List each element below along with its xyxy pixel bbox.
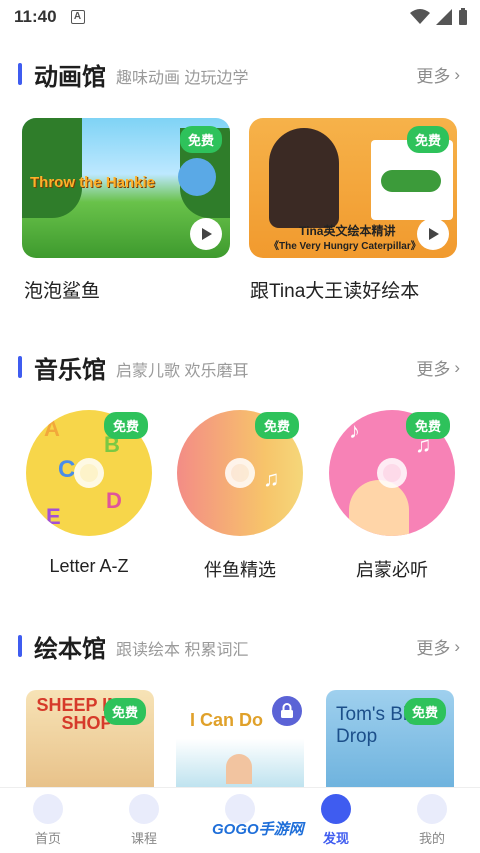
section-title: 动画馆 <box>34 63 106 91</box>
book-title-art: I Can Do <box>190 710 264 730</box>
free-tag: 免费 <box>255 412 300 439</box>
more-link[interactable]: 更多 › <box>416 355 460 380</box>
section-accent-bar <box>18 635 22 657</box>
tab-label: 课程 <box>130 831 157 846</box>
tree-shape <box>22 118 82 218</box>
chevron-right-icon: › <box>454 636 460 656</box>
section-subtitle: 启蒙儿歌 欢乐磨耳 <box>116 363 249 380</box>
music-note-icon: ♫ <box>263 466 280 491</box>
disc-label[interactable]: 启蒙必听 <box>312 556 472 582</box>
tab-label: 发现 <box>322 831 349 846</box>
home-icon <box>33 794 63 824</box>
section-header-picturebook: 绘本馆 跟读绘本 积累词汇 更多 › <box>18 628 464 664</box>
section-header-music: 音乐馆 启蒙儿歌 欢乐磨耳 更多 › <box>18 349 464 385</box>
video-card-tina[interactable]: Tina英文绘本精讲 《The Very Hungry Caterpillar》… <box>249 118 457 258</box>
more-link[interactable]: 更多 › <box>416 62 460 87</box>
child-character <box>226 754 252 784</box>
discover-icon <box>321 794 351 824</box>
lock-badge <box>272 696 302 726</box>
caterpillar <box>381 170 441 192</box>
section-title: 音乐馆 <box>34 356 106 384</box>
disc-hole <box>74 458 104 488</box>
disc-hole <box>225 458 255 488</box>
art-subtitle: 《The Very Hungry Caterpillar》 <box>269 241 421 252</box>
play-icon <box>202 228 212 240</box>
play-button[interactable] <box>417 218 449 250</box>
free-tag: 免费 <box>179 126 222 153</box>
card-label[interactable]: 跟Tina大王读好绘本 <box>250 276 419 303</box>
art-title: Throw the Hankie <box>30 174 156 191</box>
signal-icon <box>436 9 452 25</box>
letter-block-a: A <box>44 416 60 441</box>
section-subtitle: 跟读绘本 积累词汇 <box>116 642 249 659</box>
more-link[interactable]: 更多 › <box>416 634 460 659</box>
shark-character <box>178 158 216 196</box>
lock-icon <box>281 703 293 718</box>
more-label: 更多 <box>416 67 451 86</box>
child-character <box>349 480 409 536</box>
free-tag: 免费 <box>406 126 449 153</box>
tab-profile[interactable]: 我的 <box>384 788 480 853</box>
notification-icon: A <box>70 10 85 24</box>
wifi-icon <box>410 9 430 24</box>
more-label: 更多 <box>416 639 451 658</box>
watermark: GOGO手游网 <box>212 821 304 838</box>
play-icon <box>429 228 439 240</box>
section-accent-bar <box>18 356 22 378</box>
presenter-figure <box>269 128 339 228</box>
letter-block-d: D <box>106 488 122 513</box>
battery-icon <box>459 8 467 25</box>
tab-label: 首页 <box>34 831 61 846</box>
chevron-right-icon: › <box>454 357 460 377</box>
play-square-icon <box>129 794 159 824</box>
tab-home[interactable]: 首页 <box>0 788 96 853</box>
disc-label[interactable]: Letter A-Z <box>9 556 169 577</box>
book-card-icando[interactable]: I Can Do <box>176 690 304 787</box>
book-card-bigdrop[interactable]: Tom's Big Drop 免费 <box>326 690 454 787</box>
disc-hole <box>377 458 407 488</box>
section-subtitle: 趣味动画 边玩边学 <box>116 70 249 87</box>
section-title: 绘本馆 <box>34 635 106 663</box>
video-card-bubble-shark[interactable]: Throw the Hankie 免费 <box>22 118 230 258</box>
tab-label: 我的 <box>418 831 445 846</box>
status-bar: 11:40 A <box>0 0 480 34</box>
book-card-sheep[interactable]: SHEEP IN A SHOP 免费 <box>26 690 154 787</box>
card-label[interactable]: 泡泡鲨鱼 <box>24 276 100 303</box>
status-time: 11:40 <box>14 7 57 26</box>
chevron-right-icon: › <box>454 64 460 84</box>
free-tag: 免费 <box>406 412 451 439</box>
play-button[interactable] <box>190 218 222 250</box>
tab-courses[interactable]: 课程 <box>96 788 192 853</box>
profile-icon <box>417 794 447 824</box>
letter-block-c: C <box>58 456 76 483</box>
letter-block-e: E <box>46 504 61 529</box>
more-label: 更多 <box>416 360 451 379</box>
disc-label[interactable]: 伴鱼精选 <box>160 556 320 582</box>
status-icons <box>410 8 468 26</box>
section-accent-bar <box>18 63 22 85</box>
free-tag: 免费 <box>403 698 446 725</box>
music-note-icon: ♪ <box>349 418 360 443</box>
section-header-animation: 动画馆 趣味动画 边玩边学 更多 › <box>18 56 464 92</box>
free-tag: 免费 <box>103 698 146 725</box>
free-tag: 免费 <box>104 412 149 439</box>
